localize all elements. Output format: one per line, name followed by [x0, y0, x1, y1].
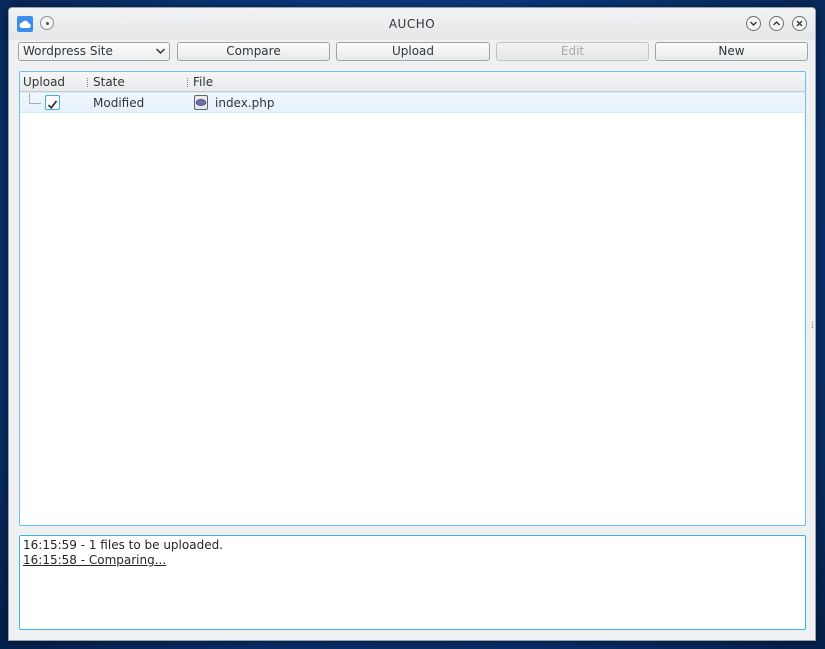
- splitter-handle[interactable]: [811, 321, 814, 329]
- table-row[interactable]: Modified index.php: [20, 92, 805, 113]
- compare-button[interactable]: Compare: [177, 42, 330, 61]
- close-icon: [796, 20, 803, 27]
- upload-button[interactable]: Upload: [336, 42, 490, 61]
- toolbar: Wordpress Site Compare Upload Edit New: [9, 42, 815, 62]
- row-state: Modified: [93, 96, 145, 110]
- chevron-down-icon: [750, 21, 757, 26]
- title-bar[interactable]: AUCHO: [9, 8, 815, 40]
- row-file-name: index.php: [215, 96, 275, 110]
- column-header-upload[interactable]: Upload: [23, 75, 65, 89]
- app-window: AUCHO Wordpress Site Compare Upload Edit: [8, 7, 816, 641]
- tree-header: Upload State File: [20, 72, 805, 92]
- log-line: 16:15:58 - Comparing...: [23, 553, 167, 567]
- column-header-file[interactable]: File: [193, 75, 213, 89]
- column-header-state[interactable]: State: [93, 75, 125, 89]
- checkmark-icon: [47, 100, 58, 110]
- new-button[interactable]: New: [655, 42, 808, 61]
- log-output[interactable]: 16:15:59 - 1 files to be uploaded. 16:15…: [19, 535, 806, 630]
- site-select-value: Wordpress Site: [23, 44, 113, 58]
- close-button[interactable]: [792, 16, 807, 31]
- chevron-down-icon: [155, 48, 166, 55]
- edit-button: Edit: [496, 42, 649, 61]
- log-line: 16:15:59 - 1 files to be uploaded.: [23, 538, 224, 552]
- minimize-button[interactable]: [746, 16, 761, 31]
- file-tree[interactable]: Upload State File Modified index.php: [19, 71, 806, 526]
- upload-checkbox[interactable]: [45, 95, 60, 110]
- site-select[interactable]: Wordpress Site: [18, 42, 170, 61]
- window-title: AUCHO: [388, 17, 436, 31]
- maximize-button[interactable]: [769, 16, 784, 31]
- php-file-icon: [194, 95, 208, 110]
- column-resize-handle[interactable]: [187, 78, 189, 87]
- tree-branch-line: [29, 93, 41, 104]
- column-resize-handle[interactable]: [87, 78, 89, 87]
- chevron-up-icon: [773, 21, 780, 26]
